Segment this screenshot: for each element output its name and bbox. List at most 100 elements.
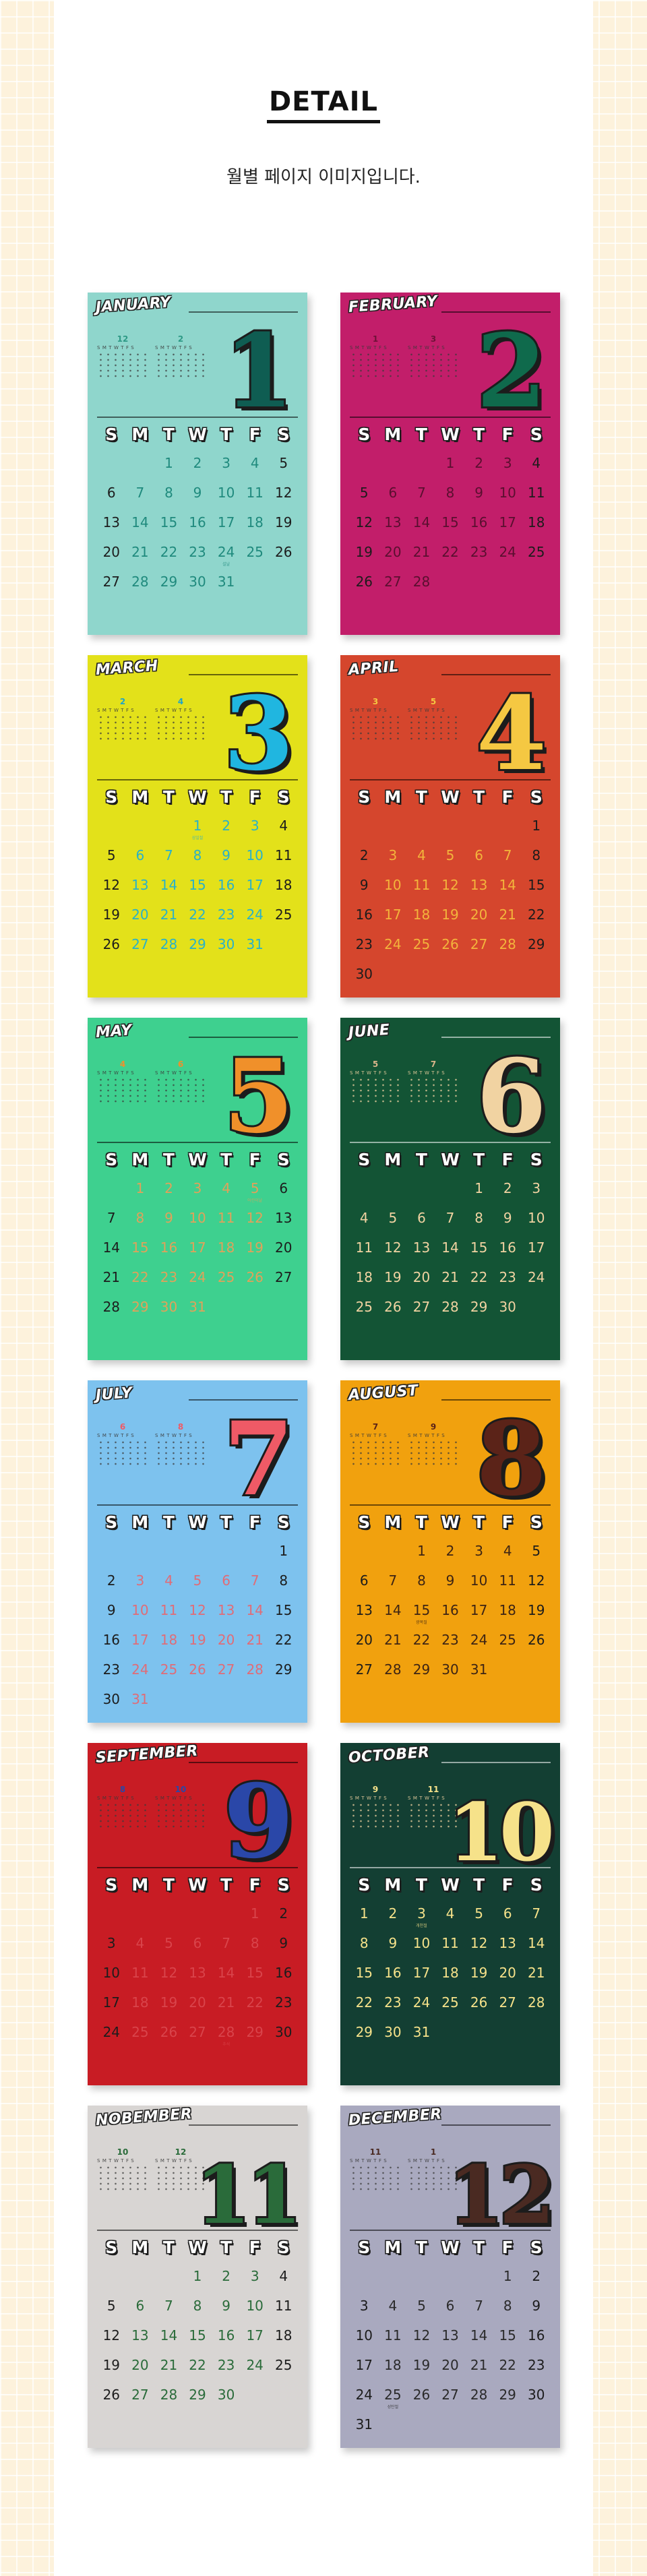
- mini-month-number: 3: [430, 334, 437, 344]
- weekday-label: M: [384, 2238, 402, 2257]
- weekday-label: S: [105, 1875, 118, 1895]
- date-cell: 27: [131, 936, 149, 952]
- weekday-divider: [350, 1142, 551, 1143]
- mini-date-grid: [155, 352, 206, 379]
- date-cell: 6: [388, 485, 398, 501]
- date-cell: 4: [359, 1210, 369, 1226]
- weekday-label: M: [384, 1512, 402, 1532]
- date-cell: 22: [499, 2357, 516, 2373]
- date-cell: 25: [275, 907, 292, 923]
- date-cell: 7: [106, 1210, 116, 1226]
- date-cell: 18: [499, 1602, 516, 1618]
- date-cell: 1: [164, 455, 173, 471]
- date-cell: 21: [160, 907, 178, 923]
- month-big-number: 1: [222, 312, 296, 431]
- date-cell: 30: [355, 966, 373, 982]
- date-cell: 3: [388, 847, 398, 863]
- date-cell: 16: [528, 2327, 545, 2343]
- date-cell: [522, 964, 551, 993]
- date-cell: 5: [106, 847, 116, 863]
- weekday-label: S: [358, 787, 371, 807]
- date-cell: 11: [528, 485, 545, 501]
- date-cell: 30: [189, 574, 206, 590]
- date-cell: 26: [470, 1994, 488, 2011]
- content-panel: DETAIL 월별 페이지 이미지입니다. JANUARY 12 SMTWTFS 2 S…: [54, 0, 593, 2576]
- date-cell: 26: [102, 936, 121, 952]
- date-cell: 28: [412, 574, 431, 590]
- date-cell: 28: [441, 1299, 459, 1315]
- week-row: 31: [350, 2414, 551, 2444]
- mini-date-grid: [350, 1440, 401, 1467]
- date-grid: 1 2 3 4 5 6 7 8 9 10 11 12 13 14 15 16 17 18 19 20 21 22 23 24 2…: [350, 453, 551, 601]
- week-row: 12: [97, 1903, 298, 1933]
- date-cell: 31: [189, 1299, 206, 1315]
- date-cell: 9: [532, 2298, 541, 2314]
- date-cell: 23: [470, 544, 488, 560]
- date-cell: [379, 1541, 408, 1570]
- date-cell: 2: [222, 818, 230, 834]
- date-cell: 14: [528, 1935, 545, 1951]
- date-cell: 13: [470, 877, 488, 893]
- mini-weekday-letters: SMTWTFS: [408, 345, 448, 350]
- date-cell: 8: [503, 2298, 512, 2314]
- mini-weekday-letters: SMTWTFS: [408, 1070, 448, 1076]
- mini-calendar-prev: 9 SMTWTFS: [350, 1785, 401, 1832]
- date-cell: [126, 453, 155, 483]
- date-cell: 22: [412, 1632, 431, 1648]
- date-cell: 11: [441, 1935, 459, 1951]
- date-cell: 13: [275, 1210, 292, 1226]
- date-cell: 19: [470, 1965, 488, 1981]
- holiday-note: 광복절: [416, 1620, 427, 1625]
- date-cell: 31: [355, 2416, 373, 2432]
- date-cell: 4: [279, 2268, 288, 2284]
- weekday-label: M: [131, 1512, 149, 1532]
- date-cell: [154, 1903, 183, 1933]
- date-cell: 8: [250, 1935, 259, 1951]
- week-row: 5 6 7 8 9 10 11: [97, 2296, 298, 2325]
- date-cell: 22: [470, 1269, 488, 1285]
- date-cell: [241, 1689, 270, 1719]
- date-cell: [241, 2385, 270, 2414]
- weekday-label: S: [530, 2238, 543, 2257]
- date-cell: 18: [275, 2327, 292, 2343]
- weekday-label: W: [188, 1150, 207, 1169]
- week-row: 10 11 12 13 14 15 16: [350, 2325, 551, 2355]
- date-cell: [379, 2266, 408, 2296]
- week-row: 23 24 25 26 27 28 29: [350, 934, 551, 964]
- date-cell: 14: [160, 2327, 178, 2343]
- date-cell: 29: [246, 2024, 264, 2040]
- mini-weekday-letters: SMTWTFS: [155, 1433, 195, 1438]
- date-cell: 8: [532, 847, 541, 863]
- month-card-december: DECEMBER 11 SMTWTFS 1 SMTWTFS 12 S M T W T F S 1 2 3 4 5 6…: [340, 2106, 560, 2448]
- date-cell: 7: [532, 1905, 541, 1922]
- date-cell: 12: [528, 1572, 545, 1589]
- date-cell: 8: [193, 2298, 202, 2314]
- date-cell: 5: [359, 485, 369, 501]
- weekday-label: S: [530, 1512, 543, 1532]
- date-cell: [97, 1178, 126, 1208]
- date-cell: 9: [503, 1210, 512, 1226]
- date-cell: 29: [160, 574, 178, 590]
- weekday-label: M: [131, 787, 149, 807]
- weekday-label: M: [384, 425, 402, 444]
- date-cell: 24: [384, 936, 402, 952]
- date-cell: [379, 1178, 408, 1208]
- mini-weekday-letters: SMTWTFS: [408, 1433, 448, 1438]
- date-cell: [183, 1541, 212, 1570]
- date-cell: 5: [193, 1572, 202, 1589]
- date-cell: 28: [131, 574, 149, 590]
- mini-month-number: 11: [369, 2147, 381, 2157]
- weekday-label: S: [277, 787, 290, 807]
- weekday-header: SMTWTFS: [350, 1150, 551, 1170]
- date-cell: 13: [102, 514, 121, 530]
- date-cell: 25: [528, 544, 545, 560]
- date-cell: 3: [135, 1572, 145, 1589]
- date-cell: 7: [164, 2298, 173, 2314]
- week-row: 30 31: [97, 1689, 298, 1719]
- weekday-label: T: [415, 1512, 427, 1532]
- mini-month-number: 12: [117, 334, 129, 344]
- weekday-label: S: [530, 1150, 543, 1169]
- weekday-divider: [97, 417, 298, 418]
- date-grid: 1 삼일절 2 3 4 5 6 7 8 9 10 11 12 13 14 15 16 17 18 19 20 21 22 23…: [97, 816, 298, 964]
- date-cell: 7: [417, 485, 426, 501]
